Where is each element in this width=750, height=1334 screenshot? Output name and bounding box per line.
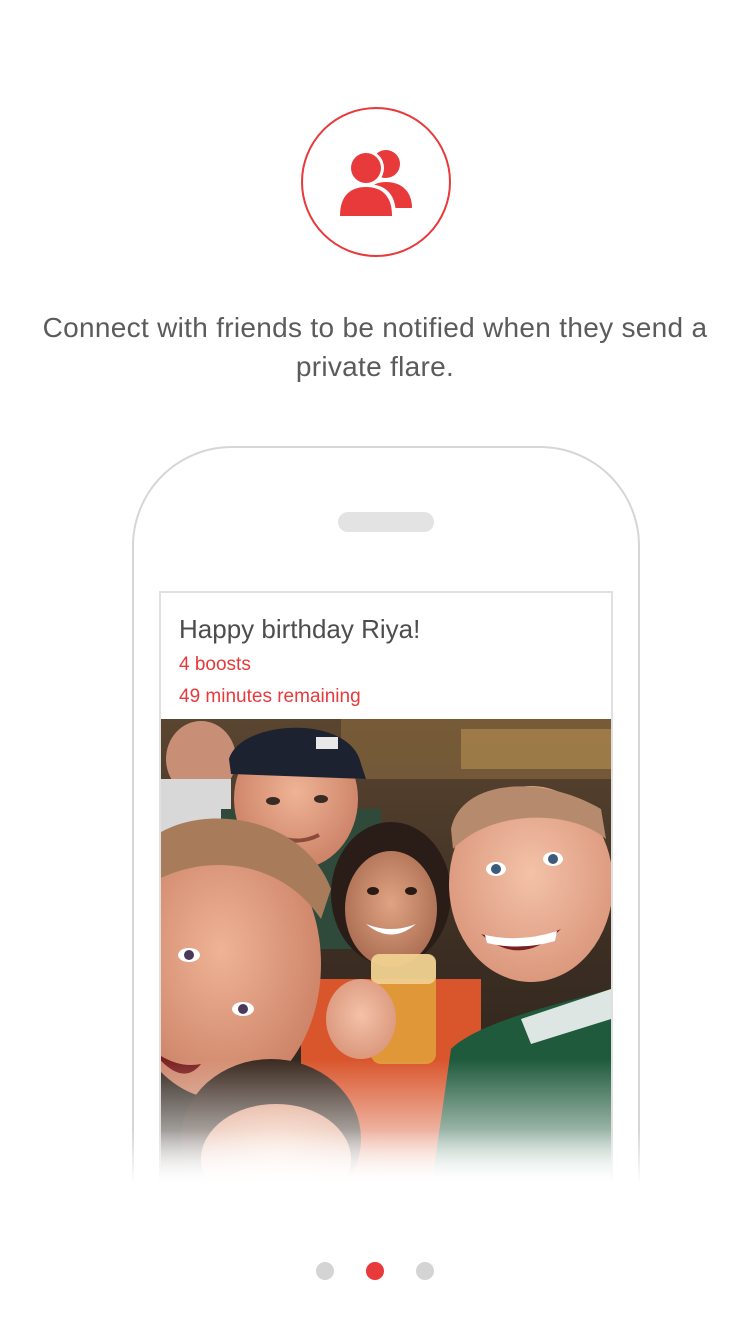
flare-time-remaining: 49 minutes remaining xyxy=(179,686,361,707)
onboarding-tagline: Connect with friends to be notified when… xyxy=(42,312,708,382)
friends-icon-badge xyxy=(301,107,451,257)
page-indicator xyxy=(0,1262,750,1280)
friends-group-icon xyxy=(336,150,412,216)
flare-card: Happy birthday Riya! 4 boosts 49 minutes… xyxy=(159,591,613,1206)
flare-boosts-count: 4 boosts xyxy=(179,654,251,675)
phone-bottom-fade xyxy=(120,1130,650,1220)
page-dot-1[interactable] xyxy=(316,1262,334,1280)
flare-title: Happy birthday Riya! xyxy=(179,614,421,644)
page-dot-2-active[interactable] xyxy=(366,1262,384,1280)
phone-speaker xyxy=(338,512,434,532)
phone-illustration: Happy birthday Riya! 4 boosts 49 minutes… xyxy=(132,446,640,1206)
page-dot-3[interactable] xyxy=(416,1262,434,1280)
group-selfie-photo xyxy=(161,719,611,1189)
